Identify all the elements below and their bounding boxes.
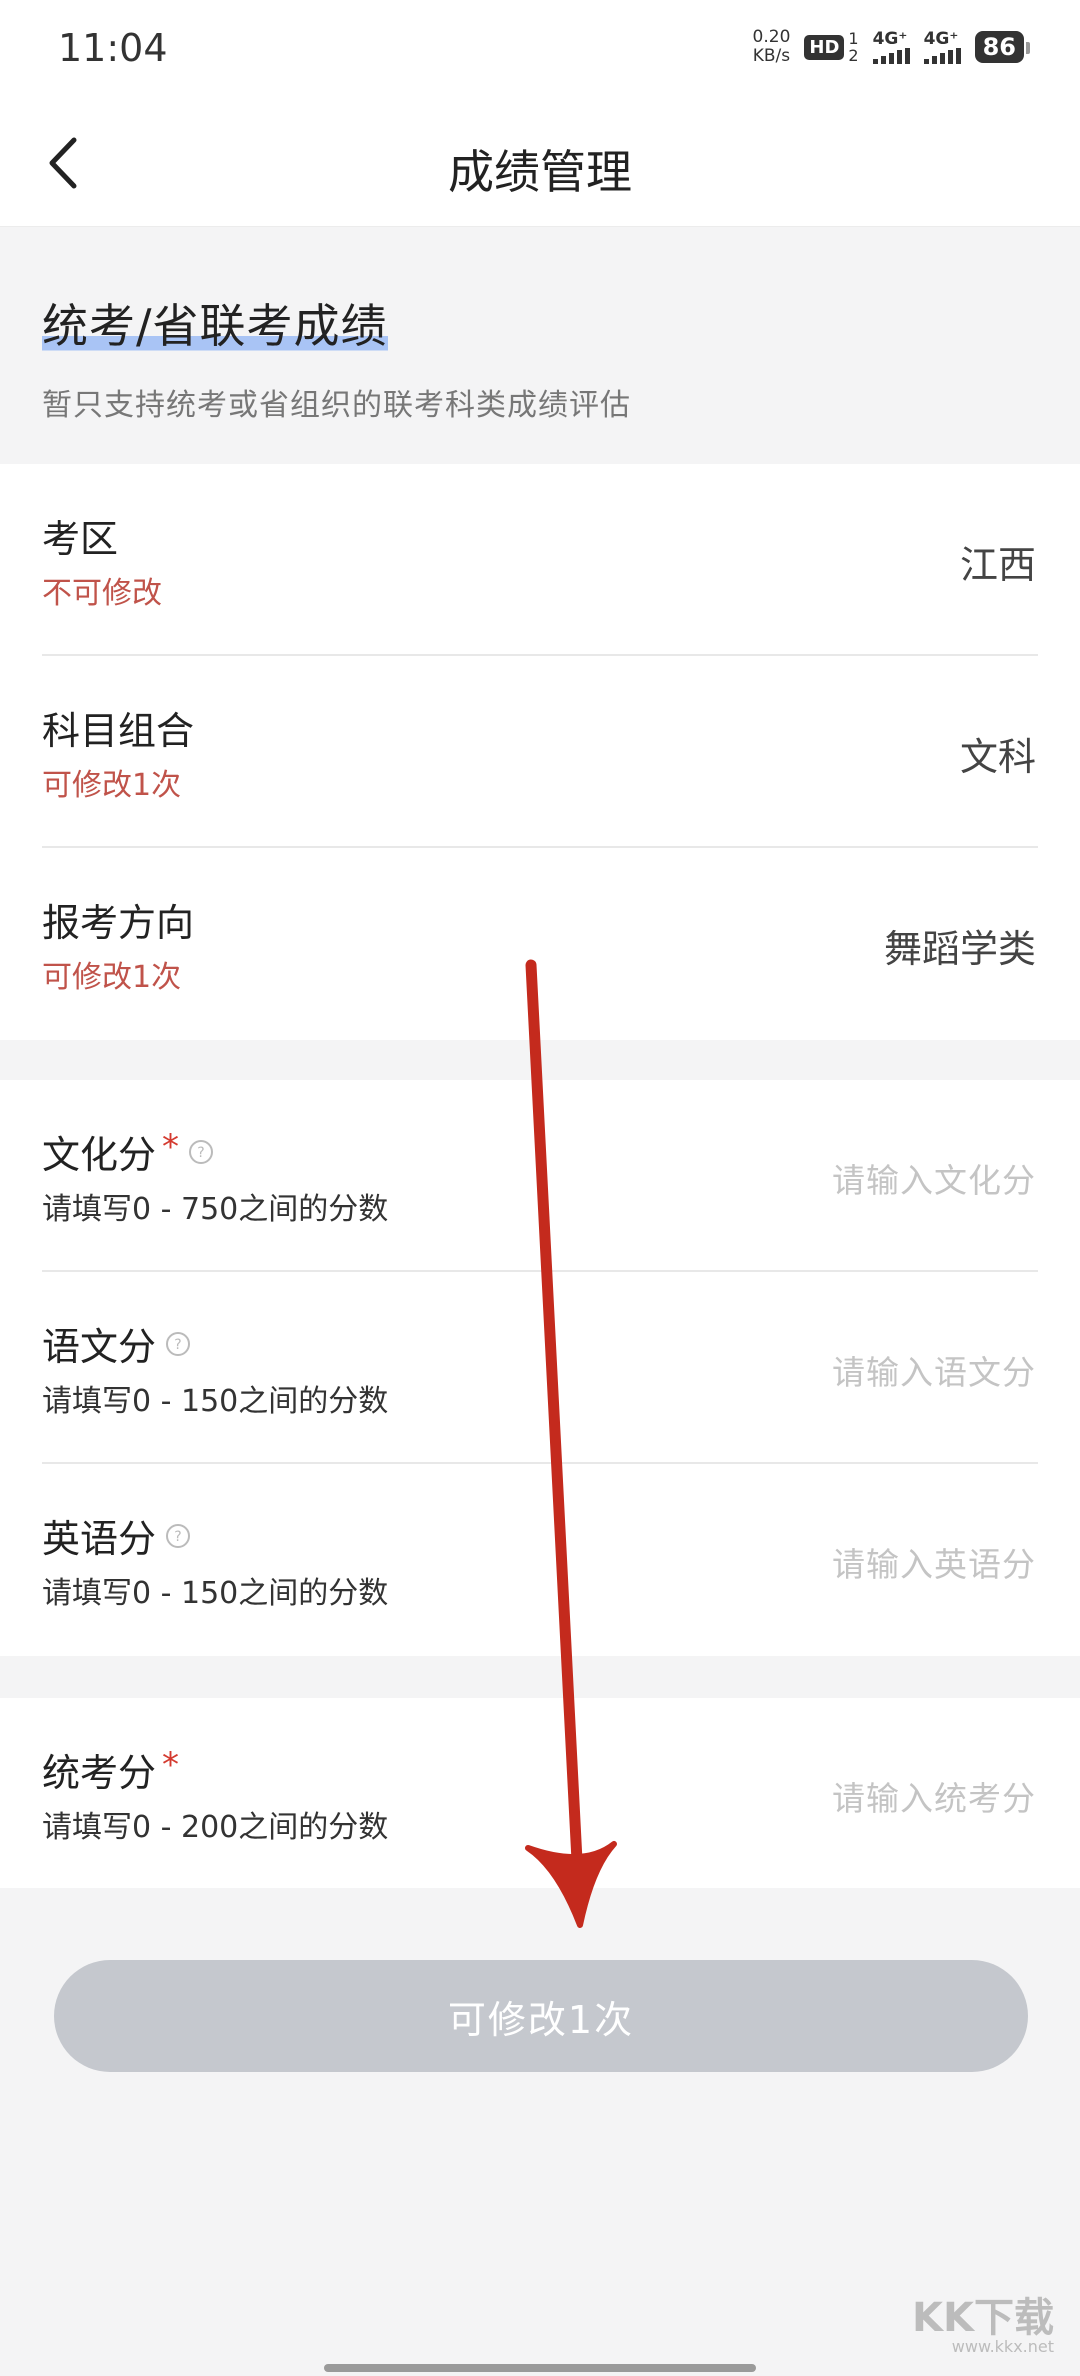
- row-value: 舞蹈学类: [883, 927, 1036, 971]
- row-hint: 请填写0 - 750之间的分数: [42, 1192, 389, 1227]
- svg-text:?: ?: [174, 1337, 181, 1353]
- exam-score-row: 统考分 * 请填写0 - 200之间的分数 请输入统考分: [42, 1698, 1038, 1888]
- row-value: 文科: [959, 735, 1036, 779]
- score-card: 文化分 * ? 请填写0 - 750之间的分数 请输入文化分 语文分 ? 请填写…: [0, 1080, 1080, 1656]
- culture-score-row: 文化分 * ? 请填写0 - 750之间的分数 请输入文化分: [42, 1080, 1038, 1272]
- help-icon[interactable]: ?: [164, 1330, 192, 1358]
- row-label: 考区: [42, 517, 119, 561]
- section-intro: 统考/省联考成绩 暂只支持统考或省组织的联考科类成绩评估: [42, 290, 1042, 424]
- english-score-row: 英语分 ? 请填写0 - 150之间的分数 请输入英语分: [42, 1464, 1038, 1654]
- required-mark: *: [162, 1126, 180, 1167]
- home-indicator[interactable]: [324, 2364, 756, 2372]
- row-hint: 不可修改: [42, 576, 162, 611]
- row-hint: 可修改1次: [42, 768, 182, 803]
- help-icon[interactable]: ?: [187, 1138, 215, 1166]
- row-hint: 请填写0 - 150之间的分数: [42, 1576, 389, 1611]
- section-title: 统考/省联考成绩: [42, 290, 388, 356]
- apply-direction-row[interactable]: 报考方向 可修改1次 舞蹈学类: [42, 848, 1038, 1038]
- row-label: 科目组合: [42, 709, 195, 753]
- svg-text:?: ?: [197, 1145, 204, 1161]
- page-title: 成绩管理: [448, 145, 632, 199]
- exam-score-card: 统考分 * 请填写0 - 200之间的分数 请输入统考分: [0, 1698, 1080, 1888]
- submit-button[interactable]: 可修改1次: [54, 1960, 1028, 2072]
- row-label: 报考方向: [42, 901, 195, 945]
- signal-1-icon: 4G⁺: [872, 30, 910, 64]
- status-time: 11:04: [58, 26, 168, 70]
- chinese-score-row: 语文分 ? 请填写0 - 150之间的分数 请输入语文分: [42, 1272, 1038, 1464]
- sim-indicator: 1 2: [848, 29, 859, 65]
- subject-combo-row[interactable]: 科目组合 可修改1次 文科: [42, 656, 1038, 848]
- exam-score-input[interactable]: 请输入统考分: [832, 1772, 1036, 1820]
- row-label: 统考分 *: [42, 1744, 180, 1796]
- chinese-score-input[interactable]: 请输入语文分: [832, 1346, 1036, 1394]
- battery-icon: 86: [974, 31, 1031, 63]
- row-label: 语文分 ?: [42, 1316, 192, 1371]
- row-hint: 请填写0 - 200之间的分数: [42, 1810, 389, 1845]
- culture-score-input[interactable]: 请输入文化分: [832, 1154, 1036, 1202]
- row-value: 江西: [959, 543, 1036, 587]
- row-hint: 可修改1次: [42, 960, 182, 995]
- exam-region-row[interactable]: 考区 不可修改 江西: [42, 464, 1038, 656]
- row-label: 英语分 ?: [42, 1508, 192, 1563]
- row-label: 文化分 * ?: [42, 1124, 215, 1179]
- profile-card: 考区 不可修改 江西 科目组合 可修改1次 文科 报考方向 可修改1次 舞蹈学类: [0, 464, 1080, 1040]
- svg-text:?: ?: [174, 1529, 181, 1545]
- nav-bar: 成绩管理: [0, 100, 1080, 227]
- hd-voice-icon: HD: [804, 34, 845, 60]
- english-score-input[interactable]: 请输入英语分: [832, 1538, 1036, 1586]
- section-subtitle: 暂只支持统考或省组织的联考科类成绩评估: [42, 388, 631, 423]
- row-hint: 请填写0 - 150之间的分数: [42, 1384, 389, 1419]
- help-icon[interactable]: ?: [164, 1522, 192, 1550]
- status-bar: 11:04 0.20 KB/s HD 1 2 4G⁺ 4G⁺ 86: [0, 0, 1080, 100]
- required-mark: *: [162, 1744, 180, 1785]
- signal-2-icon: 4G⁺: [923, 30, 961, 64]
- network-speed: 0.20 KB/s: [752, 27, 791, 66]
- watermark: KK下载 www.kkx.net: [912, 2295, 1054, 2356]
- status-icons: 0.20 KB/s HD 1 2 4G⁺ 4G⁺ 86: [752, 27, 1031, 66]
